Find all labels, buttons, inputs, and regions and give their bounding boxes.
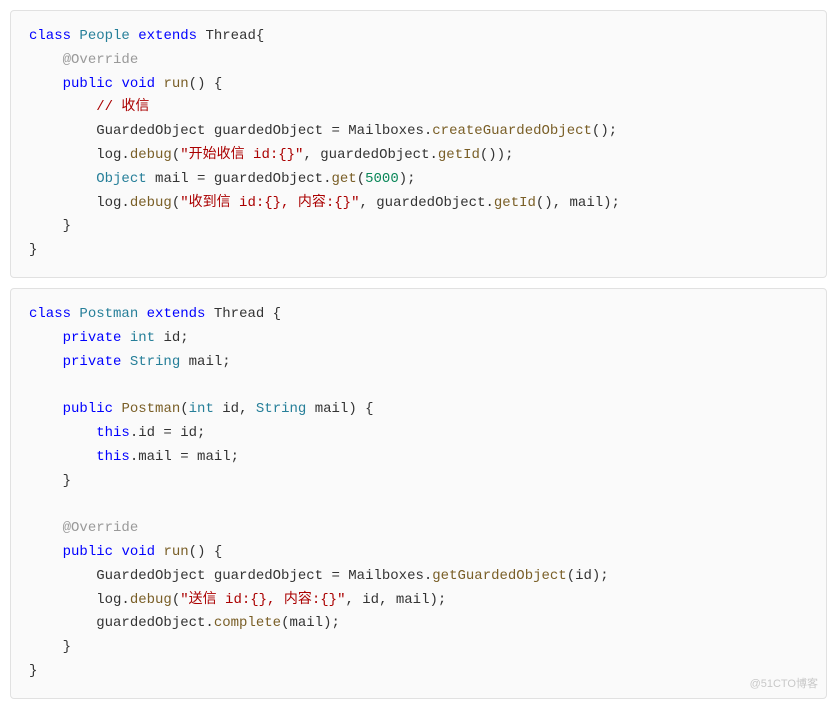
string: "开始收信 id:{}" xyxy=(180,147,303,163)
text: ( xyxy=(172,195,180,211)
text: mail = guardedObject. xyxy=(147,171,332,187)
keyword: class xyxy=(29,28,71,44)
text: , guardedObject. xyxy=(303,147,437,163)
text: (mail); xyxy=(281,615,340,631)
constructor: Postman xyxy=(121,401,180,417)
type: String xyxy=(256,401,306,417)
class-name: People xyxy=(79,28,129,44)
code-block-people: class People extends Thread{ @Override p… xyxy=(10,10,827,278)
text: .id = id; xyxy=(130,425,206,441)
text: mail) { xyxy=(306,401,373,417)
type: int xyxy=(189,401,214,417)
keyword: public xyxy=(63,76,113,92)
keyword: class xyxy=(29,306,71,322)
annotation: @Override xyxy=(63,52,139,68)
text: id; xyxy=(155,330,189,346)
keyword: extends xyxy=(138,28,197,44)
text: Thread{ xyxy=(205,28,264,44)
method: getId xyxy=(438,147,480,163)
text: .mail = mail; xyxy=(130,449,239,465)
text: , id, mail); xyxy=(345,592,446,608)
brace: } xyxy=(63,473,71,489)
text: ( xyxy=(357,171,365,187)
type: int xyxy=(130,330,155,346)
text: (), mail); xyxy=(536,195,620,211)
text: , guardedObject. xyxy=(359,195,493,211)
text: log. xyxy=(96,147,130,163)
keyword: this xyxy=(96,449,130,465)
string: "送信 id:{}, 内容:{}" xyxy=(180,592,345,608)
method: debug xyxy=(130,147,172,163)
method: getGuardedObject xyxy=(432,568,566,584)
type: String xyxy=(130,354,180,370)
code-block-postman: class Postman extends Thread { private i… xyxy=(10,288,827,699)
keyword: private xyxy=(63,330,122,346)
method: debug xyxy=(130,195,172,211)
text: guardedObject. xyxy=(96,615,214,631)
method: createGuardedObject xyxy=(432,123,592,139)
text: log. xyxy=(96,592,130,608)
type: Object xyxy=(96,171,146,187)
brace: } xyxy=(29,663,37,679)
keyword: void xyxy=(121,76,155,92)
keyword: void xyxy=(121,544,155,560)
text: GuardedObject guardedObject = Mailboxes. xyxy=(96,568,432,584)
number: 5000 xyxy=(365,171,399,187)
text: ); xyxy=(399,171,416,187)
method: complete xyxy=(214,615,281,631)
brace: } xyxy=(63,639,71,655)
keyword: this xyxy=(96,425,130,441)
text: (); xyxy=(592,123,617,139)
text: ( xyxy=(172,592,180,608)
keyword: extends xyxy=(147,306,206,322)
text: ( xyxy=(180,401,188,417)
watermark: @51CTO博客 xyxy=(750,675,818,694)
text: ( xyxy=(172,147,180,163)
text: log. xyxy=(96,195,130,211)
text: Thread { xyxy=(214,306,281,322)
keyword: private xyxy=(63,354,122,370)
method: debug xyxy=(130,592,172,608)
text: id, xyxy=(214,401,256,417)
text: () { xyxy=(189,76,223,92)
text: mail; xyxy=(180,354,230,370)
annotation: @Override xyxy=(63,520,139,536)
keyword: public xyxy=(63,401,113,417)
brace: } xyxy=(29,242,37,258)
text: ()); xyxy=(480,147,514,163)
comment: // 收信 xyxy=(96,99,149,115)
text: (id); xyxy=(567,568,609,584)
keyword: public xyxy=(63,544,113,560)
class-name: Postman xyxy=(79,306,138,322)
method: getId xyxy=(494,195,536,211)
brace: } xyxy=(63,218,71,234)
text: () { xyxy=(189,544,223,560)
method: run xyxy=(163,76,188,92)
text: GuardedObject guardedObject = Mailboxes. xyxy=(96,123,432,139)
method: get xyxy=(331,171,356,187)
string: "收到信 id:{}, 内容:{}" xyxy=(180,195,359,211)
method: run xyxy=(163,544,188,560)
